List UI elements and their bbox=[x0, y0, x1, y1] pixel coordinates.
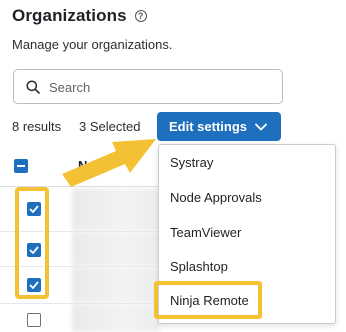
table-row-name-blurred bbox=[72, 232, 160, 266]
menu-item-teamviewer[interactable]: TeamViewer bbox=[170, 225, 241, 240]
search-input[interactable] bbox=[49, 78, 274, 96]
help-icon[interactable]: ? bbox=[134, 10, 147, 22]
menu-item-node-approvals[interactable]: Node Approvals bbox=[170, 190, 262, 205]
search-box[interactable] bbox=[13, 69, 283, 104]
menu-item-systray[interactable]: Systray bbox=[170, 155, 213, 170]
table-row-name-blurred bbox=[72, 188, 160, 231]
search-icon bbox=[26, 80, 40, 94]
chevron-down-icon bbox=[255, 123, 267, 131]
pointer-arrow-icon bbox=[62, 139, 156, 187]
edit-settings-button[interactable]: Edit settings bbox=[157, 112, 281, 141]
checkbox-highlight-box bbox=[15, 187, 49, 299]
ninja-remote-highlight-box bbox=[154, 281, 262, 319]
select-all-checkbox[interactable] bbox=[14, 159, 28, 173]
menu-item-splashtop[interactable]: Splashtop bbox=[170, 259, 228, 274]
edit-settings-label: Edit settings bbox=[169, 119, 248, 134]
page-header: Organizations ? bbox=[12, 6, 147, 26]
page-title: Organizations bbox=[12, 6, 127, 25]
row-divider bbox=[0, 303, 160, 304]
table-row-name-blurred bbox=[72, 304, 160, 332]
row-checkbox[interactable] bbox=[27, 313, 41, 327]
table-row-name-blurred bbox=[72, 267, 160, 303]
page-subtitle: Manage your organizations. bbox=[12, 37, 173, 52]
